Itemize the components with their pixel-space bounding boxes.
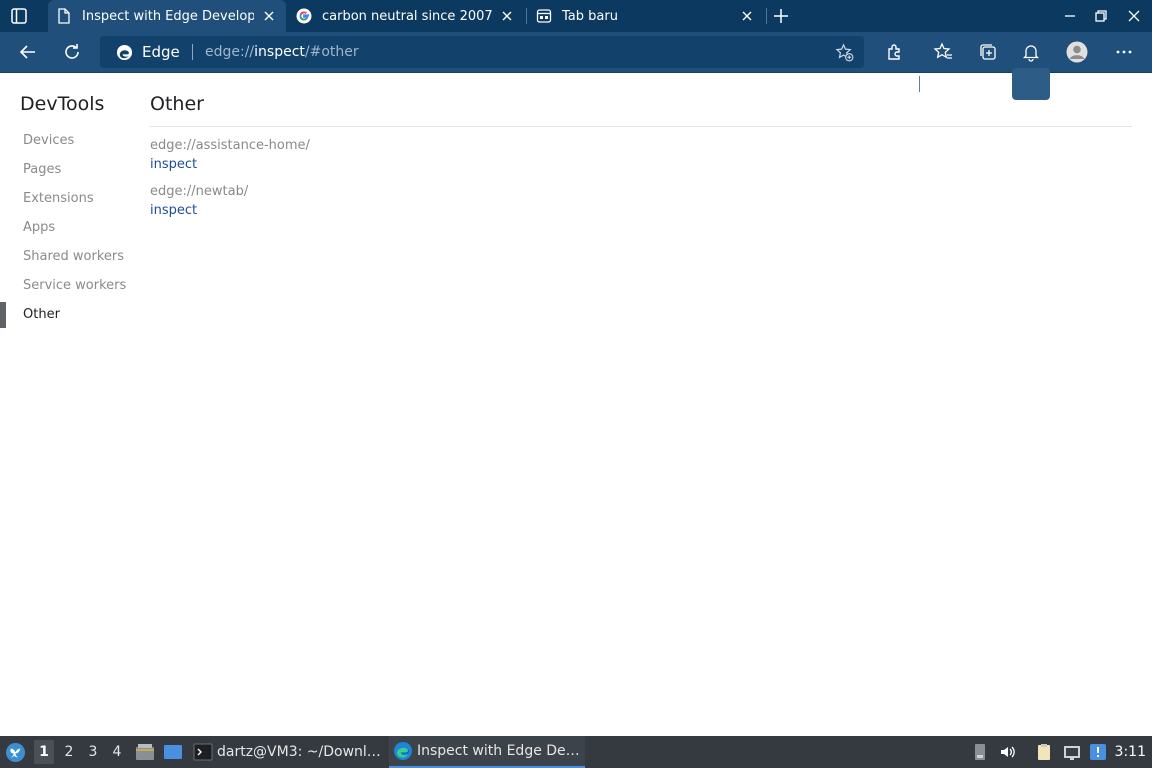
task-terminal[interactable]: dartz@VM3: ~/Downl… [193, 736, 383, 768]
tab-separator [766, 8, 767, 24]
edge-icon [393, 741, 413, 761]
clipboard-icon[interactable] [1035, 743, 1053, 761]
google-icon [296, 8, 312, 24]
terminal-icon [193, 742, 213, 762]
profile-avatar-icon[interactable] [1066, 41, 1088, 63]
favorites-icon[interactable] [933, 42, 953, 62]
nav-pages[interactable]: Pages [23, 162, 61, 177]
new-tab-icon[interactable] [772, 7, 790, 25]
url-host: inspect [254, 44, 305, 60]
nav-other[interactable]: Other [23, 307, 60, 322]
nav-service-workers[interactable]: Service workers [23, 278, 126, 293]
nav-apps[interactable]: Apps [23, 220, 55, 235]
sidebar-title: DevTools [20, 93, 105, 115]
edge-logo-icon [116, 44, 133, 61]
task-label: dartz@VM3: ~/Downl… [217, 744, 381, 760]
workspace-1[interactable]: 1 [34, 740, 54, 764]
removable-drive-icon[interactable] [971, 743, 989, 761]
nav-selected-indicator [0, 302, 6, 328]
page-icon [56, 8, 72, 24]
file-manager-icon[interactable] [135, 742, 155, 762]
nav-extensions[interactable]: Extensions [23, 191, 94, 206]
address-brand: Edge [142, 43, 180, 61]
tab-inspect[interactable]: Inspect with Edge Developer Tools [48, 0, 286, 32]
tab-actions-icon[interactable] [10, 7, 28, 25]
tab-title: Inspect with Edge Developer Tools [82, 8, 254, 24]
back-arrow-icon[interactable] [18, 42, 38, 62]
close-tab-icon[interactable] [740, 9, 754, 23]
inspect-link[interactable]: inspect [150, 157, 197, 172]
refresh-icon[interactable] [62, 42, 82, 62]
show-desktop-icon[interactable] [163, 742, 183, 762]
nav-devices[interactable]: Devices [23, 133, 74, 148]
section-title: Other [150, 93, 204, 115]
close-window-icon[interactable] [1126, 8, 1142, 24]
tab-new-tab[interactable]: Tab baru [528, 0, 764, 32]
url-scheme: edge:// [205, 44, 255, 60]
workspace-3[interactable]: 3 [85, 744, 101, 760]
address-bar[interactable]: Edge edge://inspect/#other [100, 36, 864, 68]
taskbar: 1 2 3 4 dartz@VM3: ~/Downl… Inspect with… [0, 736, 1152, 768]
tab-separator [526, 8, 527, 24]
notification-badge-icon[interactable] [1089, 743, 1107, 761]
more-options-icon[interactable] [1114, 42, 1134, 62]
extensions-icon[interactable] [885, 42, 905, 62]
new-tab-page-icon [536, 8, 552, 24]
inspect-link[interactable]: inspect [150, 203, 197, 218]
target-url: edge://assistance-home/ [150, 138, 310, 153]
browser-toolbar: Edge edge://inspect/#other [0, 32, 1152, 100]
close-tab-icon[interactable] [262, 9, 276, 23]
address-url[interactable]: edge://inspect/#other [205, 44, 359, 60]
workspace-4[interactable]: 4 [109, 744, 125, 760]
network-icon[interactable] [1063, 743, 1081, 761]
task-edge[interactable]: Inspect with Edge De… [389, 736, 585, 768]
section-divider [150, 126, 1132, 127]
start-menu-icon[interactable] [5, 742, 26, 763]
url-path: /#other [304, 44, 359, 60]
close-tab-icon[interactable] [500, 9, 514, 23]
bell-icon[interactable] [1021, 42, 1041, 62]
task-label: Inspect with Edge De… [417, 743, 580, 759]
workspace-2[interactable]: 2 [61, 744, 77, 760]
toolbar-divider [919, 76, 920, 92]
nav-shared-workers[interactable]: Shared workers [23, 249, 124, 264]
clock[interactable]: 3:11 [1115, 744, 1146, 760]
tab-google-search[interactable]: carbon neutral since 2007 [288, 0, 524, 32]
tab-title: carbon neutral since 2007 [322, 8, 492, 24]
restore-icon[interactable] [1093, 8, 1109, 24]
collections-icon[interactable] [978, 42, 998, 62]
add-favorite-icon[interactable] [835, 43, 854, 62]
target-url: edge://newtab/ [150, 184, 249, 199]
notifications-button[interactable] [1012, 68, 1050, 100]
volume-icon[interactable] [999, 743, 1017, 761]
minimize-icon[interactable] [1062, 8, 1078, 24]
tab-title: Tab baru [562, 8, 618, 24]
tab-strip: Inspect with Edge Developer Tools carbon… [0, 0, 1152, 32]
address-separator [192, 44, 193, 60]
